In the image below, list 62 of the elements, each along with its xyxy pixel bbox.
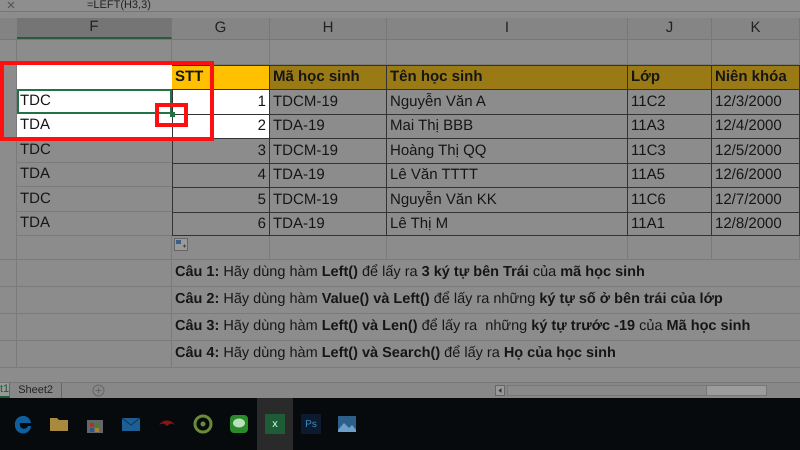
column-heading: Mã học sinh — [270, 65, 387, 89]
question-text: Câu 1: Hãy dùng hàm Left() để lấy ra 3 ký tự bên Trái của mã học sinh — [175, 263, 645, 282]
cancel-icon[interactable] — [7, 1, 15, 9]
column-header[interactable]: J — [628, 18, 712, 39]
table-cell: Lê Thị M — [387, 212, 628, 236]
table-cell: 12/3/2000 — [712, 89, 800, 114]
table-cell: TDC — [17, 89, 172, 114]
column-header[interactable]: K — [712, 18, 800, 39]
sheet-tab[interactable]: t1 — [0, 383, 10, 398]
column-header[interactable]: H — [270, 18, 387, 39]
table-cell: 3 — [172, 138, 270, 162]
add-sheet-icon[interactable] — [92, 384, 106, 397]
table-cell: 11C6 — [628, 187, 712, 212]
fill-handle[interactable] — [170, 112, 175, 117]
table-cell: TDA — [17, 212, 172, 236]
table-cell: TDCM-19 — [270, 187, 387, 212]
disc-icon[interactable] — [192, 413, 214, 435]
table-cell: Nguyễn Văn A — [387, 89, 628, 114]
table-cell: 12/4/2000 — [712, 114, 800, 138]
column-header[interactable]: F — [17, 18, 172, 39]
table-cell: 4 — [172, 162, 270, 187]
column-heading: STT — [172, 65, 270, 89]
chat-bubble-icon[interactable] — [228, 413, 250, 435]
horizontal-scrollbar[interactable] — [507, 385, 768, 396]
table-cell: TDCM-19 — [270, 138, 387, 162]
table-cell: 12/8/2000 — [712, 212, 800, 236]
table-cell: 6 — [172, 212, 270, 236]
browser-icon[interactable] — [12, 413, 34, 435]
column-header[interactable]: I — [387, 18, 628, 39]
table-cell: 11C3 — [628, 138, 712, 162]
table-cell: 1 — [172, 89, 270, 114]
table-cell: 5 — [172, 187, 270, 212]
paste-options-icon[interactable] — [174, 238, 188, 251]
column-heading: Lớp — [628, 65, 712, 89]
table-cell: TDC — [17, 187, 172, 212]
photo-app-icon[interactable] — [336, 413, 358, 435]
table-cell: Hoàng Thị QQ — [387, 138, 628, 162]
formula-bar[interactable]: =LEFT(H3,3) — [83, 0, 155, 11]
table-cell: 11C2 — [628, 89, 712, 114]
table-cell: TDA-19 — [270, 212, 387, 236]
scroll-left-icon[interactable] — [495, 385, 506, 396]
column-header[interactable]: G — [172, 18, 270, 39]
table-cell: Nguyễn Văn KK — [387, 187, 628, 212]
question-text: Câu 3: Hãy dùng hàm Left() và Len() để lấy ra những ký tự trước -19 của Mã học sinh — [175, 317, 750, 336]
table-cell: TDCM-19 — [270, 89, 387, 114]
table-cell: TDC — [17, 138, 172, 162]
spreadsheet-app-icon[interactable]: x — [257, 398, 293, 450]
table-cell: 12/6/2000 — [712, 162, 800, 187]
table-cell: TDA-19 — [270, 162, 387, 187]
table-cell: 11A5 — [628, 162, 712, 187]
table-cell: 11A3 — [628, 114, 712, 138]
column-heading: Niên khóa — [712, 65, 800, 89]
table-cell: Mai Thị BBB — [387, 114, 628, 138]
table-cell: 12/5/2000 — [712, 138, 800, 162]
question-text: Câu 2: Hãy dùng hàm Value() và Left() để lấy ra những ký tự số ở bên trái của lớp — [175, 290, 723, 310]
table-cell: TDA — [17, 162, 172, 187]
question-text: Câu 4: Hãy dùng hàm Left() và Search() để lấy ra Họ của học sinh — [175, 344, 616, 364]
table-cell: TDA-19 — [270, 114, 387, 138]
table-cell: 11A1 — [628, 212, 712, 236]
table-cell: 12/7/2000 — [712, 187, 800, 212]
column-heading: Tên học sinh — [387, 65, 628, 89]
table-cell: Lê Văn TTTT — [387, 162, 628, 187]
